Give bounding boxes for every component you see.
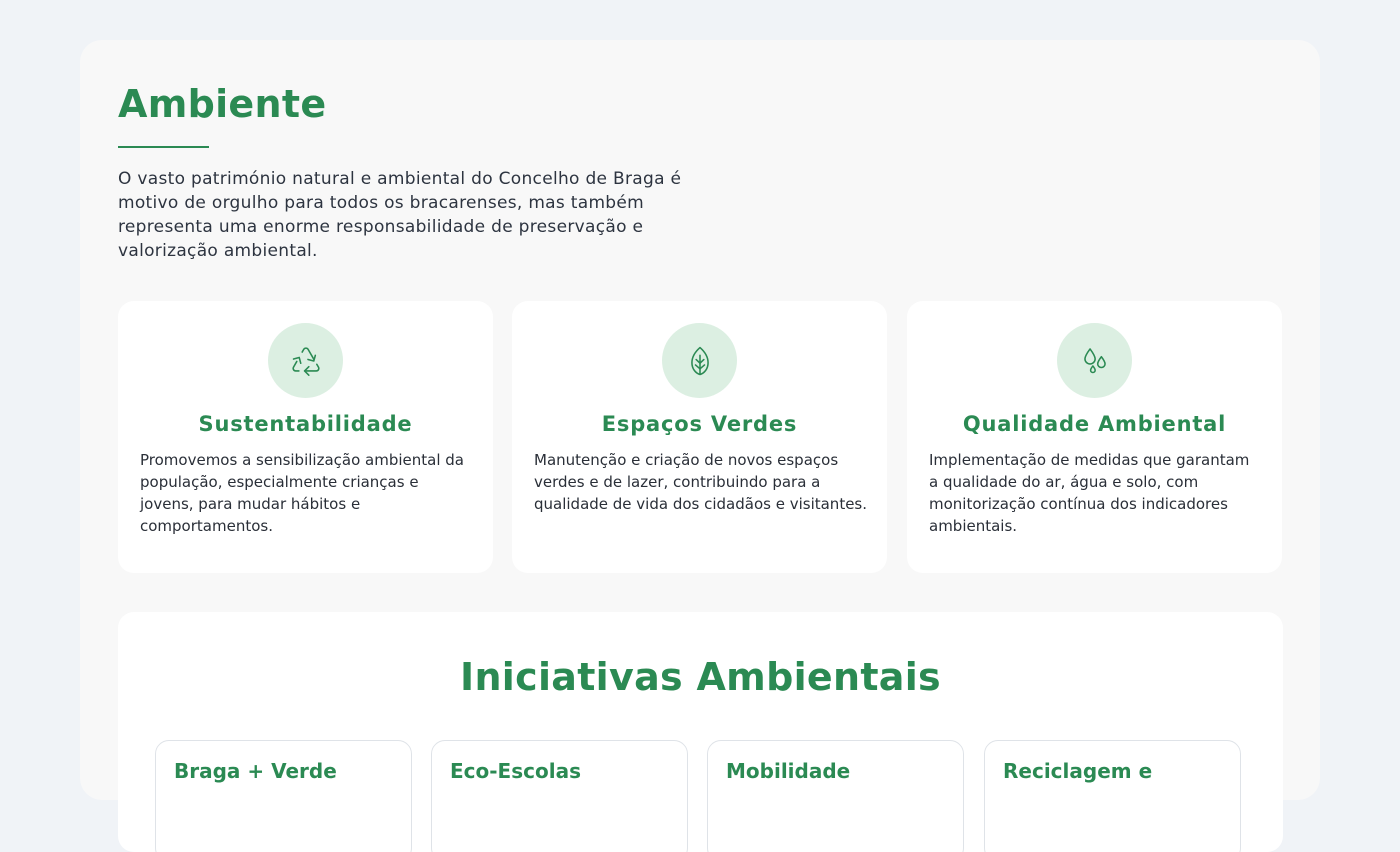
card-title: Qualidade Ambiental [962, 412, 1227, 436]
card-description: Implementação de medidas que garantam a … [929, 451, 1250, 535]
card-sustainability: Sustentabilidade Promovemos a sensibiliz… [118, 301, 493, 573]
card-description: Promovemos a sensibilização ambiental da… [140, 451, 464, 535]
card-green-spaces: Espaços Verdes Manutenção e criação de n… [512, 301, 887, 573]
initiative-card[interactable]: Reciclagem e [984, 740, 1241, 852]
initiatives-section: Iniciativas Ambientais Braga + Verde Eco… [118, 612, 1283, 852]
card-description: Manutenção e criação de novos espaços ve… [534, 451, 868, 513]
leaf-icon [662, 323, 737, 398]
initiative-title: Eco-Escolas [450, 759, 581, 783]
initiative-title: Mobilidade [726, 759, 851, 783]
initiative-card[interactable]: Mobilidade [707, 740, 964, 852]
initiative-title: Reciclagem e [1003, 759, 1153, 783]
initiatives-title: Iniciativas Ambientais [460, 655, 941, 699]
title-underline [118, 146, 209, 148]
card-title: Espaços Verdes [601, 412, 798, 436]
card-environmental-quality: Qualidade Ambiental Implementação de med… [907, 301, 1282, 573]
recycle-icon [268, 323, 343, 398]
card-title: Sustentabilidade [198, 412, 413, 436]
initiative-card[interactable]: Braga + Verde [155, 740, 412, 852]
section-intro: O vasto património natural e ambiental d… [118, 169, 682, 261]
section-title: Ambiente [118, 82, 327, 126]
environment-section: Ambiente O vasto património natural e am… [80, 40, 1320, 852]
initiative-title: Braga + Verde [174, 759, 337, 783]
water-drops-icon [1057, 323, 1132, 398]
initiative-card[interactable]: Eco-Escolas [431, 740, 688, 852]
